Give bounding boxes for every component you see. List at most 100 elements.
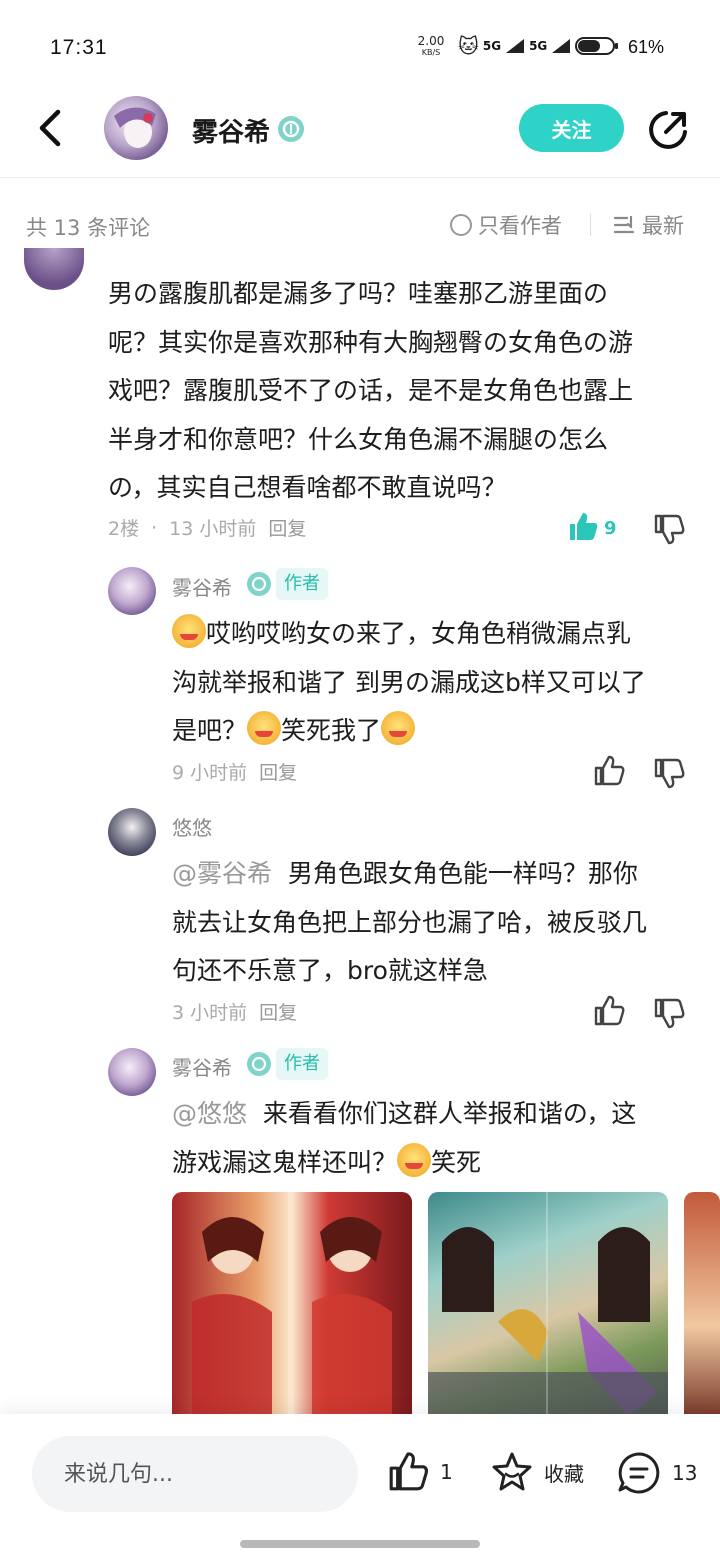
author-avatar[interactable]: [104, 96, 168, 160]
reply-line: @雾谷希 男角色跟女角色能一样吗？那你: [172, 850, 684, 899]
verified-badge-icon: [278, 116, 304, 142]
thumbs-down-icon[interactable]: [652, 512, 686, 546]
laughing-emoji-icon: [381, 711, 416, 745]
thumbs-down-icon[interactable]: [652, 996, 686, 1030]
reply-line: 就去让女角色把上部分也漏了哈，被反驳几: [172, 907, 648, 937]
divider: [590, 214, 591, 236]
signal-bars-icon: [552, 39, 571, 53]
reply-author-name[interactable]: 悠悠: [172, 812, 212, 841]
reply-line: 沟就举报和谐了 到男の漏成这b样又可以了: [172, 667, 646, 697]
star-icon: [492, 1452, 532, 1491]
sort-label: 最新: [642, 214, 684, 238]
comment-count-label: 共 13 条评论: [26, 216, 151, 240]
character-art-icon: [192, 1217, 392, 1416]
reply-avatar[interactable]: [108, 1048, 156, 1096]
comment-line: 戏吧？露腹肌受不了の话，是不是女角色也露上: [108, 376, 634, 405]
comment-bubble-icon: [618, 1452, 660, 1494]
author-tag: 作者: [276, 1048, 328, 1080]
reply-body: @雾谷希 男角色跟女角色能一样吗？那你 就去让女角色把上部分也漏了哈，被反驳几 …: [172, 850, 684, 996]
verified-badge-icon: [247, 1052, 271, 1076]
like-count: 1: [440, 1460, 453, 1484]
reply-line-text: 笑死: [431, 1147, 482, 1177]
app-header: 雾谷希 关注: [0, 92, 720, 178]
signal-5g-label-1: 5G: [482, 39, 502, 53]
like-button[interactable]: 1: [386, 1450, 453, 1494]
radio-circle-icon: [450, 214, 472, 236]
sort-lines-icon: [613, 215, 635, 234]
sort-latest-button[interactable]: 最新: [612, 210, 684, 240]
comment-input[interactable]: [32, 1436, 358, 1512]
reply-author-name[interactable]: 雾谷希: [172, 572, 232, 601]
mention-link[interactable]: @悠悠: [172, 1099, 247, 1128]
laughing-emoji-icon: [172, 614, 206, 648]
network-speed: 2.00 KB/S: [416, 35, 446, 58]
author-tag: 作者: [276, 568, 328, 600]
thumbs-up-icon[interactable]: [592, 994, 626, 1028]
reply-button[interactable]: 回复: [268, 514, 306, 541]
status-icons: 🐱 5G 5G: [458, 32, 621, 60]
commenter-avatar[interactable]: [24, 248, 84, 290]
battery-percent: 61%: [628, 37, 665, 57]
reply-line-text: 男角色跟女角色能一样吗？那你: [287, 859, 638, 888]
reply-button[interactable]: 回复: [259, 758, 297, 785]
mention-link[interactable]: @雾谷希: [172, 859, 272, 888]
thumbs-up-icon[interactable]: [566, 510, 600, 544]
reply-line-text: 笑死我了: [281, 716, 382, 745]
favorite-label: 收藏: [544, 1461, 584, 1486]
bottom-bar: 1 收藏 13: [0, 1414, 720, 1563]
avatar-art-icon: [114, 107, 156, 148]
comment-line: 男の露腹肌都是漏多了吗？哇塞那乙游里面の: [108, 279, 609, 308]
home-indicator[interactable]: [240, 1540, 480, 1548]
signal-5g-label-2: 5G: [529, 39, 548, 53]
reply-line: 是吧？ 笑死我了: [172, 707, 684, 756]
reply-line: 句还不乐意了，bro就这样急: [172, 956, 488, 985]
floor-number: 2楼: [108, 518, 140, 540]
thumbs-down-icon[interactable]: [652, 756, 686, 790]
like-count: 9: [604, 518, 617, 539]
reply-avatar[interactable]: [108, 567, 156, 615]
status-time: 17:31: [50, 36, 108, 59]
share-icon[interactable]: [646, 108, 690, 152]
battery-icon: [575, 37, 619, 55]
reply-time: 9 小时前: [172, 762, 248, 784]
reply-author-name[interactable]: 雾谷希: [172, 1052, 232, 1081]
follow-button[interactable]: 关注: [519, 104, 624, 152]
attached-image[interactable]: [684, 1192, 720, 1416]
pet-icon: 🐱: [458, 34, 479, 58]
verified-badge-icon: [247, 572, 271, 596]
reply-line-text: 游戏漏这鬼样还叫？: [172, 1147, 398, 1177]
meta-dot: ·: [151, 516, 158, 539]
back-icon[interactable]: [30, 106, 74, 150]
image-split-line: [546, 1192, 548, 1416]
comment-meta: 2楼 · 13 小时前 回复: [108, 514, 306, 541]
reply-line: @悠悠 来看看你们这群人举报和谐の，这: [172, 1090, 684, 1139]
laughing-emoji-icon: [397, 1142, 432, 1177]
laughing-emoji-icon: [247, 711, 282, 745]
reply-avatar[interactable]: [108, 808, 156, 856]
reply-meta: 3 小时前 回复: [172, 998, 297, 1025]
author-name[interactable]: 雾谷希: [192, 112, 270, 149]
status-bar: 17:31 2.00 KB/S 🐱 5G 5G 61%: [0, 0, 720, 92]
favorite-button[interactable]: 收藏: [490, 1450, 584, 1494]
reply-line: 哎哟哎哟女の来了，女角色稍微漏点乳: [172, 610, 684, 659]
reply-time: 3 小时前: [172, 1002, 248, 1024]
thumbs-up-icon[interactable]: [592, 754, 626, 788]
comment-line: 半身才和你意吧？什么女角色漏不漏腿の怎么: [108, 424, 609, 454]
thumbs-up-icon: [389, 1452, 428, 1491]
attached-image[interactable]: [172, 1192, 412, 1416]
signal-bars-icon: [506, 39, 525, 53]
reply-body: 哎哟哎哟女の来了，女角色稍微漏点乳 沟就举报和谐了 到男の漏成这b样又可以了 是…: [172, 610, 684, 756]
comment-time: 13 小时前: [169, 518, 257, 540]
comment-count: 13: [672, 1461, 698, 1485]
network-speed-unit: KB/S: [421, 48, 441, 57]
reply-line-text: 是吧？: [172, 716, 248, 745]
comments-button[interactable]: 13: [616, 1450, 697, 1496]
comment-list-header: 共 13 条评论 只看作者 最新: [0, 196, 720, 256]
reply-button[interactable]: 回复: [259, 998, 297, 1025]
author-only-toggle[interactable]: 只看作者: [450, 210, 562, 240]
attached-image[interactable]: [428, 1192, 668, 1416]
character-art-icon: [428, 1227, 668, 1416]
comment-line: の，其实自己想看啥都不敢直说吗？: [108, 473, 507, 502]
reply-meta: 9 小时前 回复: [172, 758, 297, 785]
reply-line-text: 来看看你们这群人举报和谐の，这: [262, 1099, 637, 1128]
